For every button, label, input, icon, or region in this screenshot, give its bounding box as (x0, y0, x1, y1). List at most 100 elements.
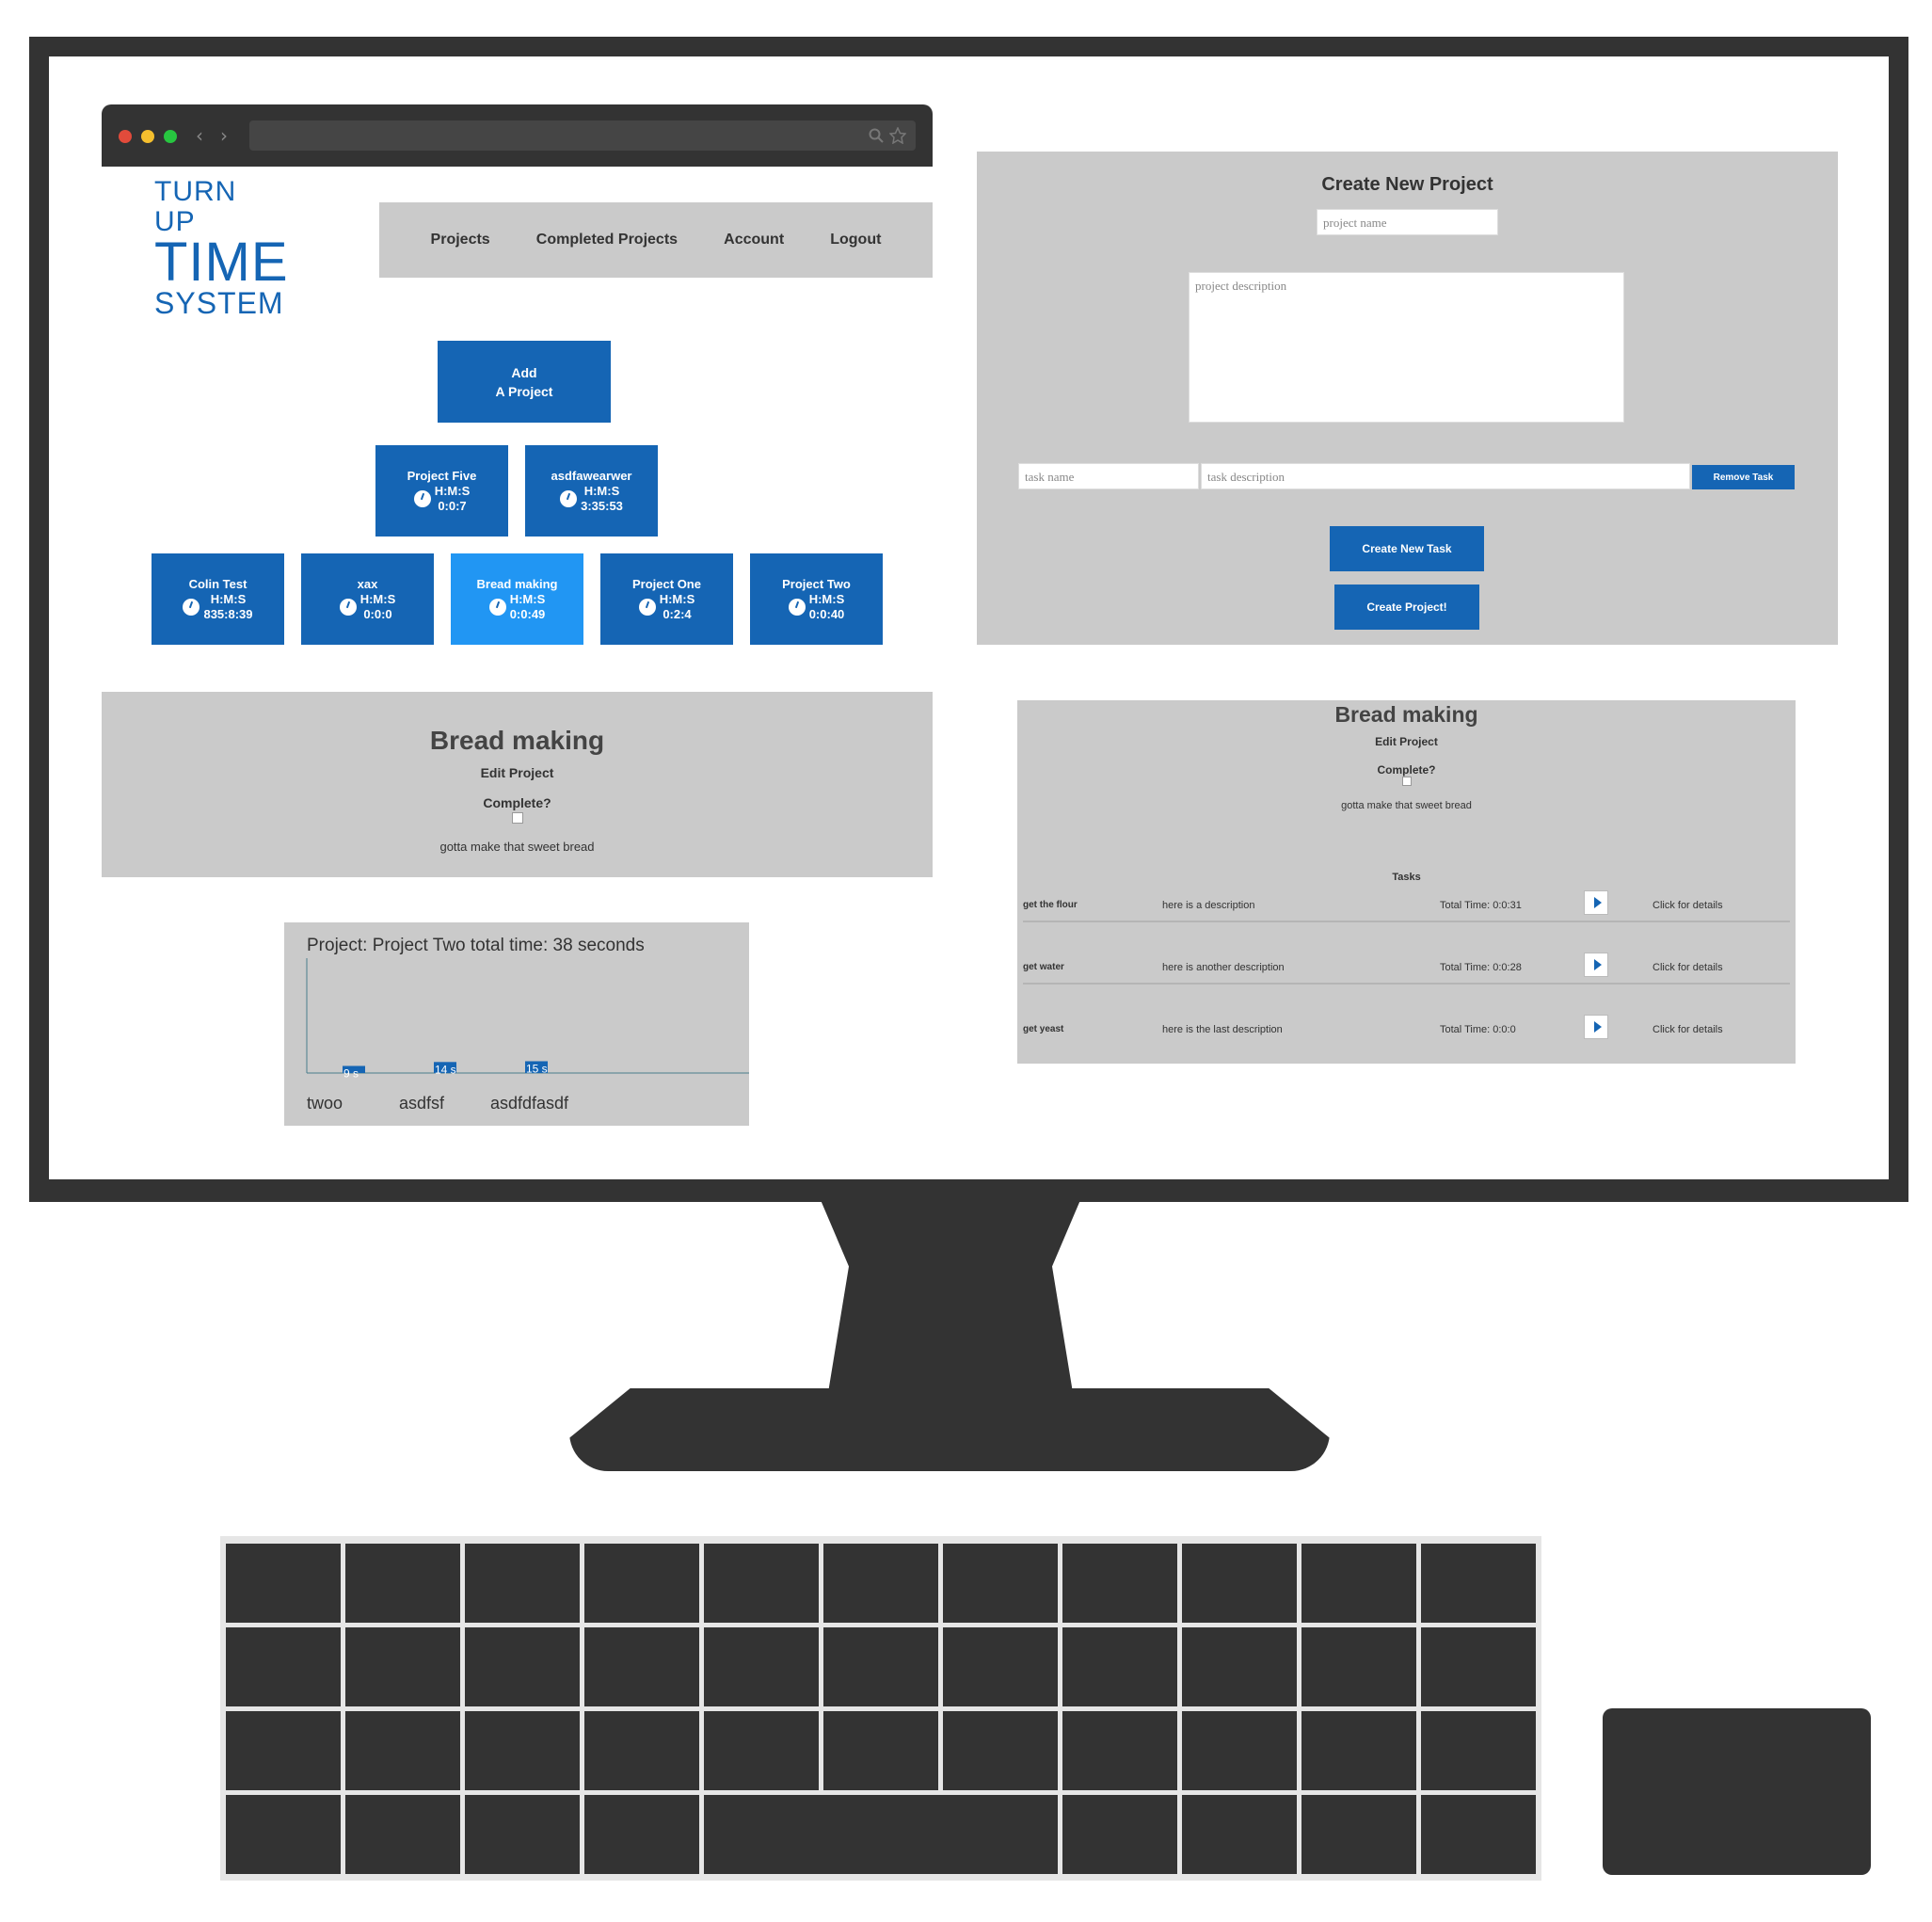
key (1182, 1795, 1297, 1874)
complete-checkbox[interactable] (511, 812, 523, 824)
nav-completed-projects[interactable]: Completed Projects (536, 232, 678, 248)
key (584, 1795, 699, 1874)
url-bar[interactable] (249, 120, 916, 151)
complete-checkbox[interactable] (1401, 777, 1412, 786)
key (226, 1544, 341, 1623)
project-tile[interactable]: Project Five H:M:S 0:0:7 (375, 445, 508, 537)
project-tile[interactable]: asdfawearwer H:M:S 3:35:53 (525, 445, 658, 537)
chart-plot: 9 stwoo 14 s asdfsf 15 s asdfdfasdf (306, 958, 749, 1113)
project-time: 3:35:53 (581, 498, 623, 513)
hms-label: H:M:S (808, 591, 845, 606)
nav-projects[interactable]: Projects (431, 232, 490, 248)
close-window-icon[interactable] (119, 130, 132, 143)
key (823, 1627, 938, 1706)
key (823, 1544, 938, 1623)
x-tick-label: asdfdfasdf (490, 1094, 569, 1113)
clock-icon (788, 598, 806, 616)
key (823, 1711, 938, 1790)
clock-icon (560, 489, 578, 507)
project-tile[interactable]: Project Two H:M:S 0:0:40 (750, 553, 883, 645)
project-name: Colin Test (188, 576, 247, 591)
task-description-input[interactable]: task description (1201, 463, 1690, 489)
complete-label: Complete? (483, 795, 551, 810)
task-description: here is another description (1162, 962, 1285, 973)
task-description: here is the last description (1162, 1024, 1283, 1035)
forward-arrow-icon[interactable]: › (220, 124, 228, 147)
key (465, 1544, 580, 1623)
project-time: 0:0:7 (438, 498, 467, 513)
project-tile[interactable]: xax H:M:S 0:0:0 (301, 553, 434, 645)
x-tick-label: twoo (307, 1094, 343, 1113)
maximize-window-icon[interactable] (164, 130, 177, 143)
clock-icon (488, 598, 506, 616)
add-project-button[interactable]: Add A Project (438, 341, 611, 423)
project-name: Project Five (407, 468, 477, 483)
remove-task-button[interactable]: Remove Task (1692, 465, 1795, 489)
tasks-heading: Tasks (1392, 872, 1421, 883)
project-name-input[interactable]: project name (1317, 209, 1498, 235)
task-name: get water (1023, 962, 1064, 972)
project-tile-active[interactable]: Bread making H:M:S 0:0:49 (451, 553, 583, 645)
time-chart: Project: Project Two total time: 38 seco… (284, 922, 749, 1126)
task-details-link[interactable]: Click for details (1653, 1024, 1723, 1035)
key (1182, 1544, 1297, 1623)
clock-icon (183, 598, 200, 616)
key (704, 1711, 819, 1790)
key (1421, 1795, 1536, 1874)
play-icon[interactable] (1584, 890, 1608, 915)
edit-project-link[interactable]: Edit Project (1017, 735, 1796, 748)
project-description-input[interactable]: project description (1189, 272, 1624, 423)
edit-project-link[interactable]: Edit Project (102, 765, 933, 780)
keyboard (220, 1536, 1541, 1881)
project-title: Bread making (1334, 702, 1478, 727)
bar-value-label: 9 s (343, 1066, 359, 1080)
key (943, 1544, 1058, 1623)
key (1062, 1795, 1177, 1874)
key (345, 1711, 460, 1790)
key (345, 1795, 460, 1874)
key (1062, 1627, 1177, 1706)
key (704, 1544, 819, 1623)
project-time: 0:0:0 (363, 606, 392, 621)
nav-bar: Projects Completed Projects Account Logo… (379, 202, 933, 278)
spacebar-key (704, 1795, 1058, 1874)
project-time: 0:0:40 (808, 606, 845, 621)
create-project-title: Create New Project (1321, 174, 1493, 195)
key (1421, 1544, 1536, 1623)
project-tile[interactable]: Colin Test H:M:S 835:8:39 (152, 553, 284, 645)
project-time: 835:8:39 (203, 606, 253, 621)
task-row: get yeast here is the last description T… (1023, 1015, 1790, 1045)
play-icon[interactable] (1584, 953, 1608, 977)
project-tile[interactable]: Project One H:M:S 0:2:4 (600, 553, 733, 645)
project-name: xax (357, 576, 378, 591)
task-details-link[interactable]: Click for details (1653, 962, 1723, 973)
minimize-window-icon[interactable] (141, 130, 154, 143)
key (943, 1627, 1058, 1706)
project-name: Bread making (476, 576, 558, 591)
key (465, 1627, 580, 1706)
task-row: get the flour here is a description Tota… (1023, 890, 1790, 922)
hms-label: H:M:S (583, 483, 620, 498)
trackpad (1603, 1708, 1871, 1875)
task-total-time: Total Time: 0:0:28 (1440, 962, 1522, 973)
back-arrow-icon[interactable]: ‹ (196, 124, 203, 147)
star-icon[interactable] (889, 127, 906, 144)
nav-logout[interactable]: Logout (830, 232, 881, 248)
key (1421, 1627, 1536, 1706)
play-icon[interactable] (1584, 1015, 1608, 1039)
task-total-time: Total Time: 0:0:0 (1440, 1024, 1516, 1035)
hms-label: H:M:S (359, 591, 396, 606)
create-project-button[interactable]: Create Project! (1334, 585, 1479, 630)
nav-account[interactable]: Account (724, 232, 784, 248)
clock-icon (413, 489, 431, 507)
add-project-line2: A Project (495, 383, 553, 399)
bar-value-label: 15 s (526, 1062, 548, 1075)
task-details-link[interactable]: Click for details (1653, 900, 1723, 911)
key (465, 1795, 580, 1874)
logo-line-1: TURN UP (154, 176, 237, 237)
key (1301, 1711, 1416, 1790)
key (584, 1711, 699, 1790)
task-row: get water here is another description To… (1023, 953, 1790, 985)
create-new-task-button[interactable]: Create New Task (1330, 526, 1484, 571)
task-name-input[interactable]: task name (1018, 463, 1199, 489)
